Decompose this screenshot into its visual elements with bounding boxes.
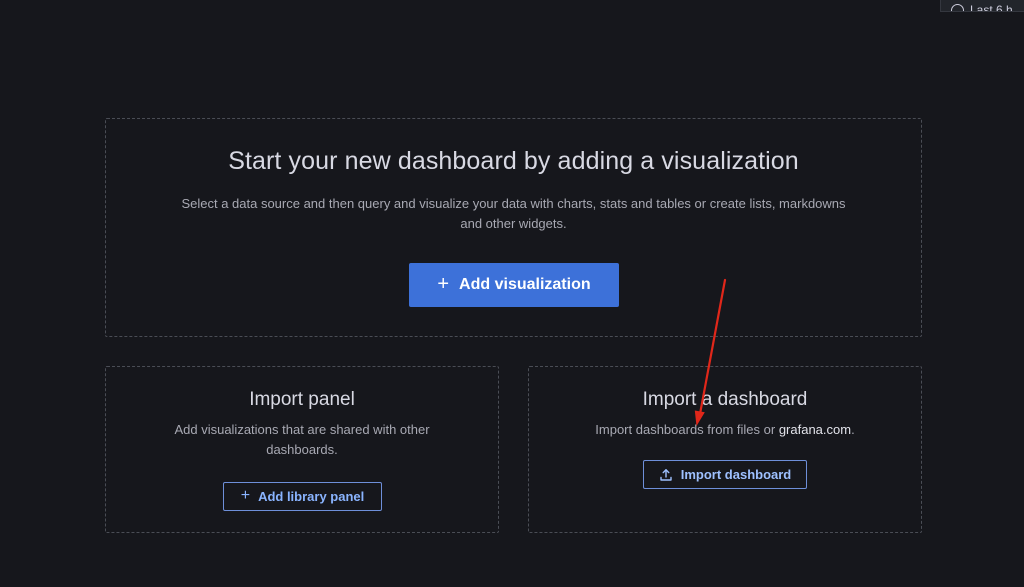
- import-dashboard-description: Import dashboards from files or grafana.…: [569, 420, 881, 440]
- clock-icon: [951, 4, 964, 11]
- import-dashboard-title: Import a dashboard: [642, 389, 808, 410]
- import-dashboard-description-text: Import dashboards from files or: [595, 422, 779, 437]
- import-panel-description: Add visualizations that are shared with …: [174, 422, 430, 457]
- time-range-picker[interactable]: Last 6 h: [940, 0, 1024, 12]
- import-panel-card: Import panel Add visualizations that are…: [105, 366, 499, 533]
- plus-icon: +: [437, 273, 450, 295]
- upload-icon: [659, 468, 673, 482]
- time-range-label: Last 6 h: [970, 3, 1013, 12]
- add-library-panel-button[interactable]: + Add library panel: [223, 482, 382, 511]
- add-visualization-button[interactable]: + Add visualization: [409, 263, 619, 307]
- import-dashboard-label: Import dashboard: [680, 467, 792, 482]
- grafana-com-link[interactable]: grafana.com: [779, 422, 851, 437]
- import-dashboard-description-suffix: .: [851, 422, 855, 437]
- empty-state-card: Start your new dashboard by adding a vis…: [105, 118, 922, 337]
- plus-icon: +: [240, 487, 251, 504]
- import-panel-title: Import panel: [249, 389, 355, 410]
- empty-state-title: Start your new dashboard by adding a vis…: [228, 147, 799, 175]
- add-visualization-label: Add visualization: [459, 276, 591, 293]
- empty-state-description: Select a data source and then query and …: [181, 196, 846, 231]
- import-dashboard-button[interactable]: Import dashboard: [643, 460, 807, 489]
- import-dashboard-card: Import a dashboard Import dashboards fro…: [528, 366, 922, 533]
- add-library-panel-label: Add library panel: [258, 489, 365, 504]
